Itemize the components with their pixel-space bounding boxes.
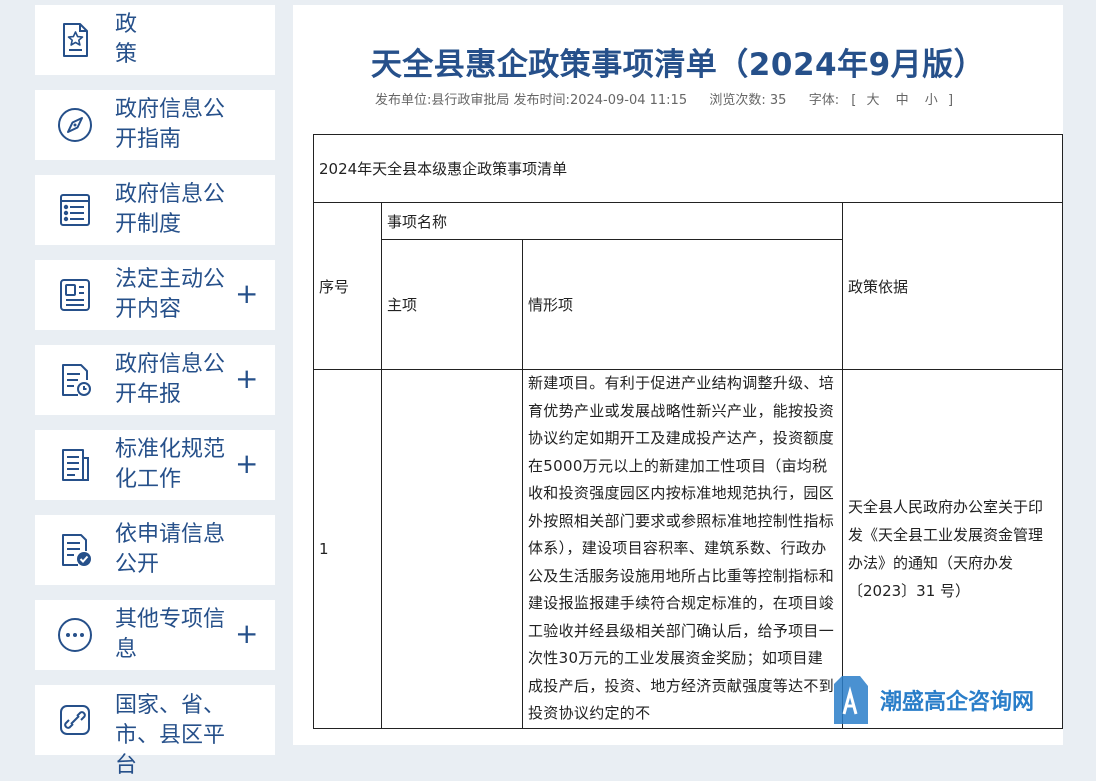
watermark-text: 潮盛高企咨询网 xyxy=(880,689,1035,715)
document-star-icon xyxy=(56,21,94,59)
publisher-value: 县行政审批局 xyxy=(431,93,510,108)
publish-time-label: 发布时间: xyxy=(513,93,570,108)
views-value: 35 xyxy=(769,93,787,108)
more-dots-icon xyxy=(56,616,94,654)
sidebar-item-other[interactable]: 其他专项信息 + xyxy=(35,600,275,670)
publisher-label: 发布单位: xyxy=(375,93,432,108)
expand-plus-icon[interactable]: + xyxy=(235,449,258,479)
sidebar-item-label: 政府信息公开指南 xyxy=(115,97,226,152)
sidebar-item-label: 政 策 xyxy=(115,12,182,67)
font-size-medium-button[interactable]: 中 xyxy=(890,89,915,108)
article-meta: 发布单位:县行政审批局 发布时间:2024-09-04 11:15 浏览次数: … xyxy=(375,89,953,108)
list-document-icon xyxy=(56,191,94,229)
sidebar-item-platforms[interactable]: 国家、省、市、县区平台 xyxy=(35,685,275,778)
sidebar-item-system[interactable]: 政府信息公开制度 xyxy=(35,175,275,245)
policy-table: 2024年天全县本级惠企政策事项清单 序号 事项名称 政策依据 主项 情形项 1… xyxy=(313,134,1063,729)
page-title: 天全县惠企政策事项清单（2024年9月版） xyxy=(370,47,986,83)
header-policy-basis: 政策依据 xyxy=(842,202,1063,370)
table-caption-row: 2024年天全县本级惠企政策事项清单 xyxy=(313,134,1063,203)
expand-plus-icon[interactable]: + xyxy=(235,364,258,394)
sidebar-item-application[interactable]: 依申请信息公开 xyxy=(35,515,275,585)
sidebar-item-label: 其他专项信息 xyxy=(115,607,226,662)
header-situation-item: 情形项 xyxy=(522,239,843,370)
views-label: 浏览次数: xyxy=(709,93,766,108)
expand-plus-icon[interactable]: + xyxy=(235,279,258,309)
document-check-icon xyxy=(56,531,94,569)
sidebar-item-statutory[interactable]: 法定主动公开内容 + xyxy=(35,260,275,330)
font-size-small-button[interactable]: 小 xyxy=(919,89,944,108)
sidebar-item-standardization[interactable]: 标准化规范化工作 + xyxy=(35,430,275,500)
sidebar-item-label: 依申请信息公开 xyxy=(115,522,226,577)
expand-plus-icon[interactable]: + xyxy=(235,619,258,649)
profile-card-icon xyxy=(56,276,94,314)
sidebar-item-label: 标准化规范化工作 xyxy=(115,437,226,492)
report-clock-icon xyxy=(56,361,94,399)
font-bracket-open: [ xyxy=(851,93,857,108)
sidebar-item-policy[interactable]: 政 策 xyxy=(35,5,275,75)
watermark-logo-icon xyxy=(830,672,870,728)
sidebar-item-label: 国家、省、市、县区平台 xyxy=(115,693,226,778)
publish-time-value: 2024-09-04 11:15 xyxy=(569,93,688,108)
link-icon xyxy=(56,701,94,739)
cell-situation-item: 新建项目。有利于促进产业结构调整升级、培育优势产业或发展战略性新兴产业，能按投资… xyxy=(522,369,843,729)
header-seq: 序号 xyxy=(313,202,382,370)
sidebar-item-annual-report[interactable]: 政府信息公开年报 + xyxy=(35,345,275,415)
table-caption: 2024年天全县本级惠企政策事项清单 xyxy=(313,134,1063,203)
cell-seq: 1 xyxy=(313,369,382,729)
lines-document-icon xyxy=(56,446,94,484)
sidebar-item-label: 政府信息公开年报 xyxy=(115,352,226,407)
font-size-large-button[interactable]: 大 xyxy=(860,89,885,108)
compass-icon xyxy=(56,106,94,144)
font-bracket-close: ] xyxy=(947,93,954,108)
sidebar-item-label: 政府信息公开制度 xyxy=(115,182,226,237)
article-panel: 天全县惠企政策事项清单（2024年9月版） 发布单位:县行政审批局 发布时间:2… xyxy=(293,5,1063,745)
watermark: 潮盛高企咨询网 xyxy=(830,672,1060,728)
header-item-name: 事项名称 xyxy=(381,202,843,240)
cell-main-item xyxy=(381,369,523,729)
header-main-item: 主项 xyxy=(381,239,523,370)
font-size-label: 字体: xyxy=(808,93,840,108)
sidebar-item-guide[interactable]: 政府信息公开指南 xyxy=(35,90,275,160)
sidebar-item-label: 法定主动公开内容 xyxy=(115,267,226,322)
table-header-row: 序号 事项名称 政策依据 xyxy=(313,202,1063,370)
